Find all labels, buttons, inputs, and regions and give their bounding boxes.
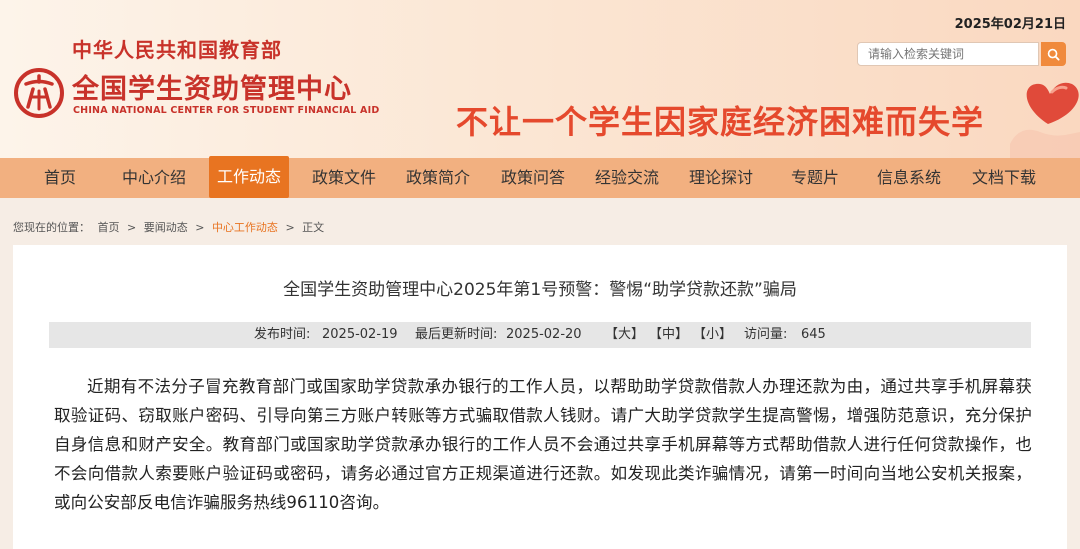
font-size-medium-button[interactable]: 【中】 <box>649 322 688 348</box>
nav-item-downloads[interactable]: 文档下载 <box>962 158 1046 198</box>
update-label: 最后更新时间: <box>415 327 498 342</box>
heart-hands-icon <box>1010 82 1080 158</box>
center-name[interactable]: 全国学生资助管理中心 <box>72 67 352 106</box>
main-nav: 首页 中心介绍 工作动态 政策文件 政策简介 政策问答 经验交流 理论探讨 专题… <box>0 156 1080 198</box>
nav-item-about[interactable]: 中心介绍 <box>112 158 196 198</box>
nav-item-work-news[interactable]: 工作动态 <box>209 156 289 198</box>
center-logo-icon[interactable] <box>13 67 65 119</box>
visits-count: 645 <box>801 327 826 342</box>
publish-date: 2025-02-19 <box>322 327 398 342</box>
search-input[interactable] <box>857 42 1039 66</box>
nav-item-features[interactable]: 专题片 <box>778 158 852 198</box>
article-meta-bar: 发布时间: 2025-02-19 最后更新时间: 2025-02-20 【大】 … <box>49 322 1031 348</box>
ministry-name: 中华人民共和国教育部 <box>72 38 282 62</box>
breadcrumb-home[interactable]: 首页 <box>98 221 120 234</box>
site-header: 2025年02月21日 中华人民共和国教育部 全国学生资助管理中心 CHINA … <box>0 0 1080 158</box>
nav-item-policy-qa[interactable]: 政策问答 <box>491 158 575 198</box>
article-title: 全国学生资助管理中心2025年第1号预警：警惕“助学贷款还款”骗局 <box>283 280 797 300</box>
nav-item-theory[interactable]: 理论探讨 <box>679 158 763 198</box>
font-size-small-button[interactable]: 【小】 <box>693 322 732 348</box>
article-body: 近期有不法分子冒充教育部门或国家助学贷款承办银行的工作人员，以帮助助学贷款借款人… <box>54 377 1032 512</box>
breadcrumb-news[interactable]: 要闻动态 <box>144 221 188 234</box>
nav-item-experience[interactable]: 经验交流 <box>585 158 669 198</box>
breadcrumb-separator: > <box>285 221 295 234</box>
nav-item-home[interactable]: 首页 <box>24 158 96 198</box>
breadcrumb-separator: > <box>195 221 205 234</box>
nav-item-policy-brief[interactable]: 政策简介 <box>396 158 480 198</box>
font-size-large-button[interactable]: 【大】 <box>605 322 644 348</box>
current-date: 2025年02月21日 <box>954 17 1066 32</box>
nav-item-policy-docs[interactable]: 政策文件 <box>302 158 386 198</box>
breadcrumb: 您现在的位置： 首页 > 要闻动态 > 中心工作动态 > 正文 <box>13 219 328 235</box>
update-date: 2025-02-20 <box>506 327 582 342</box>
article-container: 全国学生资助管理中心2025年第1号预警：警惕“助学贷款还款”骗局 发布时间: … <box>13 245 1067 549</box>
breadcrumb-center-news[interactable]: 中心工作动态 <box>212 221 278 234</box>
breadcrumb-current: 正文 <box>302 221 325 234</box>
nav-item-info-system[interactable]: 信息系统 <box>867 158 951 198</box>
breadcrumb-separator: > <box>127 221 137 234</box>
breadcrumb-prefix: 您现在的位置： <box>13 221 90 234</box>
publish-label: 发布时间: <box>254 327 311 342</box>
search-button[interactable] <box>1041 42 1066 66</box>
slogan: 不让一个学生因家庭经济困难而失学 <box>456 103 985 141</box>
search-icon <box>1047 48 1060 61</box>
center-name-english: CHINA NATIONAL CENTER FOR STUDENT FINANC… <box>73 105 380 116</box>
visits-label: 访问量: <box>744 327 788 342</box>
